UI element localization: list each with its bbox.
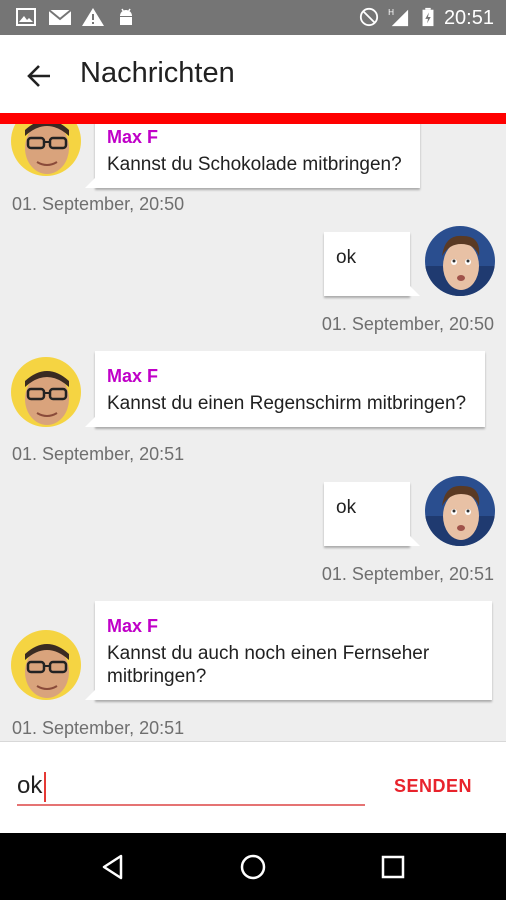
status-bar: H 20:51	[0, 0, 506, 35]
battery-charging-icon	[422, 7, 434, 27]
home-circle-icon	[240, 854, 266, 880]
send-button[interactable]: SENDEN	[384, 776, 482, 804]
message-timestamp: 01. September, 20:50	[12, 194, 185, 214]
back-button[interactable]	[18, 55, 60, 97]
avatar	[425, 476, 495, 546]
message-list[interactable]: Max F Kannst du Schokolade mitbringen? 0…	[0, 124, 506, 741]
message-timestamp: 01. September, 20:51	[12, 718, 185, 738]
gmail-icon	[48, 9, 72, 25]
message-text: Kannst du auch noch einen Fernseher mitb…	[107, 643, 430, 687]
user-avatar-image	[425, 476, 495, 546]
avatar	[425, 226, 495, 296]
back-triangle-icon	[102, 854, 123, 880]
arrow-back-icon	[27, 65, 50, 87]
do-not-disturb-icon	[359, 7, 379, 27]
message-bubble: Max F Kannst du auch noch einen Fernsehe…	[85, 601, 492, 700]
signal-h-icon: H	[388, 8, 409, 27]
message-outgoing: ok 01. September, 20:50	[0, 224, 506, 339]
message-incoming: Max F Kannst du auch noch einen Fernsehe…	[0, 600, 506, 741]
message-outgoing: ok 01. September, 20:51	[0, 474, 506, 589]
avatar	[11, 124, 81, 176]
max-avatar-image	[11, 630, 81, 700]
avatar	[11, 357, 81, 427]
page-title: Nachrichten	[80, 57, 235, 89]
message-timestamp: 01. September, 20:50	[321, 314, 494, 334]
recents-nav-button[interactable]	[372, 846, 414, 888]
app-toolbar: Nachrichten	[0, 35, 506, 115]
message-incoming: Max F Kannst du Schokolade mitbringen? 0…	[0, 124, 506, 214]
message-input[interactable]	[17, 768, 365, 806]
message-text: Kannst du einen Regenschirm mitbringen?	[107, 393, 467, 414]
message-timestamp: 01. September, 20:51	[321, 564, 494, 584]
message-text: Kannst du Schokolade mitbringen?	[107, 154, 402, 175]
user-avatar-image	[425, 226, 495, 296]
svg-text:H: H	[388, 8, 394, 17]
message-timestamp: 01. September, 20:51	[12, 444, 185, 464]
accent-bar	[0, 113, 506, 124]
message-incoming: Max F Kannst du einen Regenschirm mitbri…	[0, 350, 506, 475]
image-icon	[16, 8, 36, 26]
compose-bar: SENDEN	[0, 741, 506, 833]
message-bubble: Max F Kannst du Schokolade mitbringen?	[85, 124, 420, 188]
home-nav-button[interactable]	[232, 846, 274, 888]
avatar	[11, 630, 81, 700]
navigation-bar	[0, 833, 506, 900]
max-avatar-image	[11, 124, 81, 176]
message-text: ok	[336, 247, 357, 268]
max-avatar-image	[11, 357, 81, 427]
back-nav-button[interactable]	[92, 846, 134, 888]
sender-name: Max F	[107, 366, 159, 386]
message-bubble: ok	[324, 232, 420, 296]
message-text: ok	[336, 497, 357, 518]
status-time: 20:51	[443, 7, 494, 29]
recents-square-icon	[381, 855, 405, 879]
warning-icon	[82, 8, 104, 26]
message-bubble: Max F Kannst du einen Regenschirm mitbri…	[85, 351, 485, 427]
sender-name: Max F	[107, 616, 159, 636]
text-cursor	[44, 772, 46, 802]
sender-name: Max F	[107, 127, 159, 147]
message-bubble: ok	[324, 482, 420, 546]
android-icon	[120, 8, 132, 25]
